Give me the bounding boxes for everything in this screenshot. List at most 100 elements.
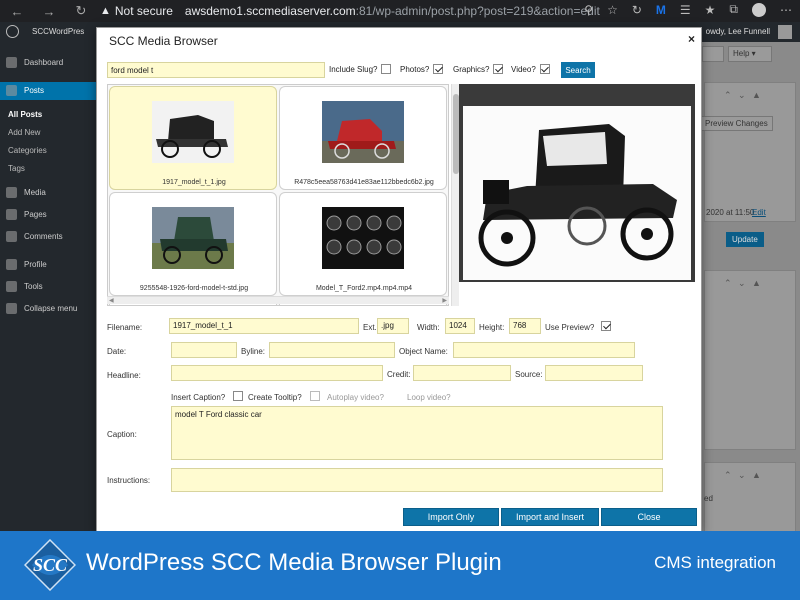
submenu-tags[interactable]: Tags [8,164,25,173]
toggle-panel-icon[interactable]: ▲ [752,470,761,480]
collections-icon[interactable]: ⧉ [729,2,738,17]
import-and-insert-button[interactable]: Import and Insert [501,508,599,526]
favorites-add-icon[interactable]: ☆ [607,3,618,17]
comments-icon [6,231,17,242]
move-down-icon[interactable]: ⌄ [738,278,746,289]
reload-icon[interactable]: ↻ [70,3,92,19]
move-down-icon[interactable]: ⌄ [738,90,746,101]
byline-label: Byline: [241,347,266,356]
forward-icon[interactable]: → [38,4,60,19]
results-vertical-scrollbar[interactable] [451,84,459,306]
ext-label: Ext. [363,323,377,332]
update-button[interactable]: Update [726,232,764,247]
screen-options-button[interactable] [702,46,724,62]
key-icon[interactable]: ⚲ [584,3,593,17]
photos-checkbox[interactable] [433,64,444,74]
option-label: Graphics? [453,64,490,74]
move-down-icon[interactable]: ⌄ [738,470,746,481]
result-tile[interactable]: R478c5eea58763d41e83ae112bbedc6b2.jpg [279,86,447,190]
move-up-icon[interactable]: ⌃ [724,470,732,481]
address-bar[interactable]: ▲ Not secure awsdemo1.sccmediaserver.com… [100,1,600,21]
menu-item-dashboard[interactable]: Dashboard [0,54,96,72]
menu-label: Collapse menu [24,304,78,313]
submenu-categories[interactable]: Categories [8,146,47,155]
howdy-greeting[interactable]: owdy, Lee Funnell [706,27,770,36]
menu-item-profile[interactable]: Profile [0,256,96,274]
car-photo-thumbnail [322,101,404,163]
insert-caption-checkbox[interactable] [233,391,243,401]
object-name-field[interactable] [453,342,635,358]
close-button[interactable]: Close [601,508,697,526]
search-button[interactable]: Search [561,62,595,78]
extension-icon[interactable]: M [656,3,666,17]
include-slug-checkbox[interactable] [381,64,392,74]
credit-field[interactable] [413,365,511,381]
menu-label: Comments [24,232,63,241]
profile-icon[interactable] [752,2,766,17]
width-field[interactable]: 1024 [445,318,475,334]
create-tooltip-checkbox[interactable] [310,391,320,401]
option-label: Photos? [400,64,430,74]
menu-label: Tools [24,282,43,291]
edit-date-link[interactable]: Edit [752,208,766,217]
back-icon[interactable]: ← [6,4,28,19]
result-caption: R478c5eea58763d41e83ae112bbedc6b2.jpg [294,179,434,186]
date-field[interactable] [171,342,237,358]
instructions-textarea[interactable] [171,468,663,492]
scroll-left-icon[interactable]: ◀ [109,297,114,304]
help-button[interactable]: Help ▾ [728,46,772,62]
import-only-button[interactable]: Import Only [403,508,499,526]
menu-item-collapse[interactable]: Collapse menu [0,300,96,318]
extensions-icon[interactable]: ☰ [680,3,691,17]
avatar[interactable] [778,25,792,39]
banner-title: WordPress SCC Media Browser Plugin [86,549,502,576]
instructions-label: Instructions: [107,476,151,485]
menu-item-posts[interactable]: Posts [0,82,96,100]
submenu-add-new[interactable]: Add New [8,128,40,137]
graphics-checkbox[interactable] [493,64,504,74]
move-up-icon[interactable]: ⌃ [724,90,732,101]
toggle-panel-icon[interactable]: ▲ [752,90,761,100]
caption-textarea[interactable]: model T Ford classic car [171,406,663,460]
video-checkbox[interactable] [539,64,550,74]
result-tile[interactable]: 9255548-1926-ford-model-t-std.jpg [109,192,277,296]
site-name[interactable]: SCCWordPres [32,27,84,36]
menu-item-media[interactable]: Media [0,184,96,202]
submenu-all-posts[interactable]: All Posts [8,110,42,119]
refresh-icon[interactable]: ↻ [632,3,642,17]
headline-field[interactable] [171,365,383,381]
menu-item-comments[interactable]: Comments [0,228,96,246]
height-label: Height: [479,323,505,332]
results-horizontal-scrollbar[interactable]: ◀ ▶ [107,296,449,304]
preview-changes-button[interactable]: Preview Changes [700,116,773,131]
autoplay-video-label[interactable]: Autoplay video? [327,393,384,402]
scroll-right-icon[interactable]: ▶ [442,297,447,304]
source-label: Source: [515,370,543,379]
toggle-panel-icon[interactable]: ▲ [752,278,761,288]
create-tooltip-label: Create Tooltip? [248,393,302,402]
credit-label: Credit: [387,370,411,379]
wordpress-logo-icon[interactable] [6,25,19,38]
panel-text: ed [704,494,713,503]
menu-item-tools[interactable]: Tools [0,278,96,296]
byline-field[interactable] [269,342,395,358]
loop-video-label[interactable]: Loop video? [407,393,451,402]
menu-item-pages[interactable]: Pages [0,206,96,224]
filename-field[interactable]: 1917_model_t_1 [169,318,359,334]
search-input[interactable] [107,62,325,78]
favorites-icon[interactable]: ★ [705,3,716,17]
result-tile[interactable]: Model_T_Ford2.mp4.mp4.mp4 [279,192,447,296]
result-tile[interactable]: 1917_model_t_1.jpg [109,86,277,190]
wp-side-menu: Dashboard Posts All Posts Add New Catego… [0,42,96,542]
banner-subtitle: CMS integration [654,553,776,572]
photos-option: Photos? [400,64,444,74]
source-field[interactable] [545,365,643,381]
close-icon[interactable]: × [688,32,695,46]
results-grid: 1917_model_t_1.jpg R478c5eea58763d41e83a… [107,84,449,306]
result-caption: 9255548-1926-ford-model-t-std.jpg [139,285,249,292]
move-up-icon[interactable]: ⌃ [724,278,732,289]
more-menu-icon[interactable]: ⋯ [780,3,792,17]
ext-field[interactable]: .jpg [377,318,409,334]
height-field[interactable]: 768 [509,318,541,334]
use-preview-checkbox[interactable] [601,321,611,331]
